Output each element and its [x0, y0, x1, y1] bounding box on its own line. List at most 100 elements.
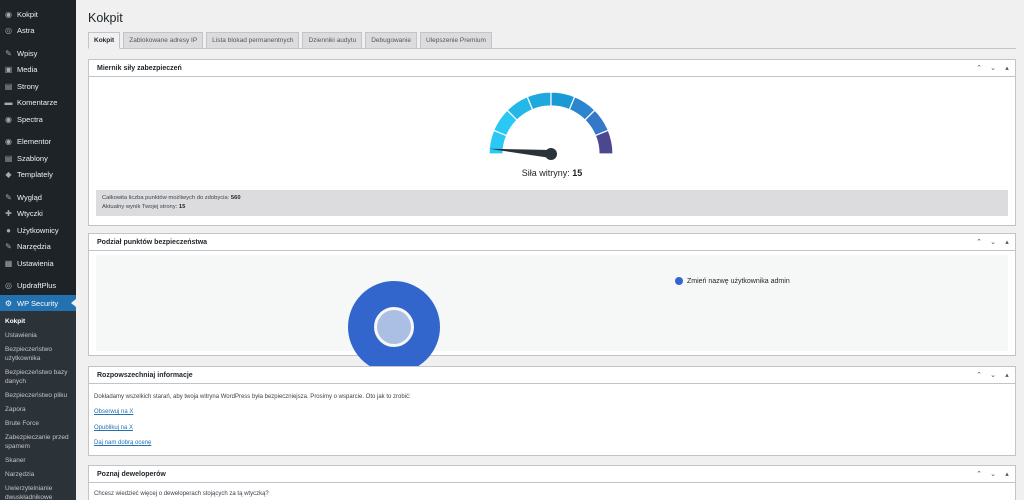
postbox-actions: ⌃ ⌄ ▴: [975, 60, 1011, 77]
move-down-button[interactable]: ⌄: [989, 372, 997, 380]
comments-icon: ▬: [4, 98, 13, 108]
sidebar-item-label: Media: [17, 65, 38, 75]
breakdown-chart-area: Zmień nazwę użytkownika admin: [96, 255, 1008, 373]
sidebar-item-elementor[interactable]: ◉ Elementor: [0, 134, 76, 151]
site-strength-label: Siła witryny:: [521, 168, 570, 178]
sidebar-item-spectra[interactable]: ◉ Spectra: [0, 111, 76, 128]
move-down-button[interactable]: ⌄: [989, 65, 997, 73]
sidebar-item-templately[interactable]: ◆ Templately: [0, 167, 76, 184]
updraft-icon: ◎: [5, 281, 12, 291]
toggle-panel-button[interactable]: ▴: [1003, 65, 1011, 73]
current-score-value: 15: [178, 204, 186, 210]
legend-label: Zmień nazwę użytkownika admin: [687, 277, 790, 285]
breakdown-donut-chart: [348, 281, 440, 373]
toggle-panel-button[interactable]: ▴: [1003, 239, 1011, 247]
strength-gauge: [488, 91, 614, 160]
settings-icon: ▦: [4, 258, 13, 268]
submenu-item[interactable]: Bezpieczeństwo pliku: [0, 388, 76, 402]
total-points-line: Całkowita liczba punktów możliwych do zd…: [102, 194, 1002, 203]
security-breakdown-box: Podział punktów bezpieczeństwa ⌃ ⌄ ▴ Zmi…: [88, 233, 1016, 373]
sidebar-item-label: WP Security: [17, 298, 59, 308]
sidebar-item-label: Ustawienia: [17, 258, 54, 268]
total-points-label: Całkowita liczba punktów możliwych do zd…: [102, 195, 230, 201]
main-content: Kokpit Kokpit Zablokowane adresy IP Lista …: [76, 0, 1024, 500]
sidebar-item-media[interactable]: ▣ Media: [0, 62, 76, 79]
submenu-item[interactable]: Ustawienia: [0, 328, 76, 342]
submenu-item[interactable]: Narzędzia: [0, 467, 76, 481]
postbox-title: Poznaj deweloperów: [97, 470, 166, 478]
sidebar-item-label: UpdraftPlus: [17, 281, 57, 291]
move-up-button[interactable]: ⌃: [975, 471, 983, 479]
current-score-label: Aktualny wynik Twojej strony:: [102, 204, 178, 210]
sidebar-item-u-ytkownicy[interactable]: ● Użytkownicy: [0, 222, 76, 239]
sidebar-item-label: Strony: [17, 81, 39, 91]
sidebar-item-wtyczki[interactable]: ✚ Wtyczki: [0, 206, 76, 223]
tab-5[interactable]: Debugowanie: [365, 32, 417, 49]
appearance-icon: ✎: [5, 192, 12, 202]
sidebar-item-szablony[interactable]: ▤ Szablony: [0, 150, 76, 167]
tab-2[interactable]: Zablokowane adresy IP: [123, 32, 204, 49]
sidebar-item-label: Szablony: [17, 153, 48, 163]
move-up-button[interactable]: ⌃: [975, 239, 983, 247]
postbox-actions: ⌃ ⌄ ▴: [975, 234, 1011, 251]
sidebar-item-astra[interactable]: ◎ Astra: [0, 23, 76, 40]
templately-icon: ◆: [5, 170, 12, 180]
sidebar-item-strony[interactable]: ▤ Strony: [0, 78, 76, 95]
tab-6[interactable]: Ulepszenie Premium: [419, 32, 492, 49]
postbox-title: Podział punktów bezpieczeństwa: [97, 238, 208, 246]
current-score-line: Aktualny wynik Twojej strony: 15: [102, 203, 1002, 212]
share-description: Dokładamy wszelkich starań, aby twoja wi…: [94, 394, 411, 400]
shield-icon: ⚙: [4, 298, 13, 308]
total-points-value: 560: [230, 195, 241, 201]
site-strength-caption: Siła witryny: 15: [89, 168, 1015, 178]
post-on-x-link[interactable]: Opublikuj na X: [94, 425, 133, 431]
sidebar-item-kokpit[interactable]: ◉ Kokpit: [0, 6, 76, 23]
toggle-panel-button[interactable]: ▴: [1003, 372, 1011, 380]
chart-legend[interactable]: Zmień nazwę użytkownika admin: [675, 277, 790, 285]
submenu-item[interactable]: Kokpit: [0, 314, 76, 328]
move-up-button[interactable]: ⌃: [975, 65, 983, 73]
dashboard-icon: ◉: [5, 9, 12, 19]
admin-menu: ◉ Kokpit ◎ Astra ✎ Wpisy ▣ Media ▤ Strony ▬ Komenta…: [0, 0, 76, 294]
tab-3[interactable]: Lista blokad permanentnych: [206, 32, 300, 49]
legend-swatch: [675, 277, 683, 285]
pages-icon: ▤: [4, 81, 13, 91]
move-down-button[interactable]: ⌄: [989, 471, 997, 479]
move-down-button[interactable]: ⌄: [989, 239, 997, 247]
donut-center: [377, 310, 411, 344]
move-up-button[interactable]: ⌃: [975, 372, 983, 380]
rate-us-link[interactable]: Daj nam dobrą ocenę: [94, 440, 151, 446]
sidebar-item-label: Kokpit: [17, 9, 38, 19]
tab-4[interactable]: Dzienniki audytu: [302, 32, 363, 49]
submenu-item[interactable]: Zabezpieczanie przed spamem: [0, 430, 76, 453]
elementor-icon: ◉: [5, 137, 12, 147]
users-icon: ●: [6, 225, 11, 235]
postbox-header: Podział punktów bezpieczeństwa ⌃ ⌄ ▴: [89, 234, 1015, 251]
admin-sidebar: ◉ Kokpit ◎ Astra ✎ Wpisy ▣ Media ▤ Strony ▬ Komenta…: [0, 0, 76, 500]
submenu-item[interactable]: Brute Force: [0, 416, 76, 430]
submenu-item[interactable]: Bezpieczeństwo użytkownika: [0, 342, 76, 365]
sidebar-item-wp-security[interactable]: ⚙ WP Security: [0, 295, 76, 311]
follow-on-x-link[interactable]: Obserwuj na X: [94, 409, 133, 415]
submenu-item[interactable]: Skaner: [0, 453, 76, 467]
submenu-item[interactable]: Bezpieczeństwo bazy danych: [0, 365, 76, 388]
developers-description: Chcesz wiedzieć więcej o deweloperach st…: [94, 491, 269, 497]
sidebar-item-komentarze[interactable]: ▬ Komentarze: [0, 95, 76, 112]
toggle-panel-button[interactable]: ▴: [1003, 471, 1011, 479]
site-strength-value: 15: [572, 168, 583, 178]
sidebar-item-wygl-d[interactable]: ✎ Wygląd: [0, 189, 76, 206]
postbox-actions: ⌃ ⌄ ▴: [975, 466, 1011, 483]
sidebar-item-wpisy[interactable]: ✎ Wpisy: [0, 45, 76, 62]
media-icon: ▣: [4, 65, 13, 75]
pin-icon: ✎: [5, 48, 12, 58]
sidebar-item-narz-dzia[interactable]: ✎ Narzędzia: [0, 239, 76, 256]
submenu-item[interactable]: Uwierzytelnianie dwuskładnikowe: [0, 481, 76, 500]
sidebar-item-label: Wpisy: [17, 48, 38, 58]
submenu-item[interactable]: Zapora: [0, 402, 76, 416]
sidebar-item-label: Użytkownicy: [17, 225, 59, 235]
sidebar-item-ustawienia[interactable]: ▦ Ustawienia: [0, 255, 76, 272]
sidebar-item-label: Elementor: [17, 137, 52, 147]
postbox-header: Miernik siły zabezpieczeń ⌃ ⌄ ▴: [89, 60, 1015, 77]
tab-1[interactable]: Kokpit: [88, 32, 121, 49]
sidebar-item-updraftplus[interactable]: ◎ UpdraftPlus: [0, 278, 76, 295]
